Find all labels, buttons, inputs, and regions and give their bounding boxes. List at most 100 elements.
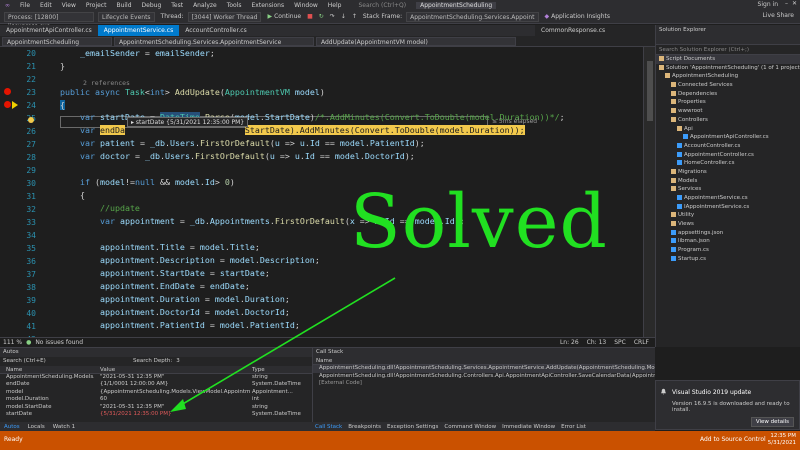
stop-icon[interactable]: ■ (307, 13, 313, 20)
restart-icon[interactable]: ↻ (319, 13, 324, 20)
lifecycle-events-dropdown[interactable]: Lifecycle Events (98, 11, 155, 22)
tab-command-window[interactable]: Command Window (441, 424, 499, 430)
tab-appointment-service[interactable]: AppointmentService.cs (97, 25, 180, 36)
solution-tree-item[interactable]: Services (656, 185, 800, 194)
solution-tree-item[interactable]: AppointmentService.cs (656, 194, 800, 203)
solution-tree-item[interactable]: libman.json (656, 237, 800, 246)
solution-tree-item[interactable]: Views (656, 220, 800, 229)
menu-file[interactable]: File (15, 2, 35, 9)
minimize-icon[interactable]: – (785, 0, 788, 7)
step-over-icon[interactable]: ↷ (330, 13, 335, 20)
continue-icon[interactable]: ▶ (267, 13, 272, 20)
tab-breakpoints[interactable]: Breakpoints (345, 424, 384, 430)
menu-help[interactable]: Help (323, 2, 347, 9)
solution-tree-item[interactable]: Startup.cs (656, 255, 800, 264)
tab-locals[interactable]: Locals (24, 424, 49, 430)
call-stack-frame[interactable]: AppointmentScheduling.dll!AppointmentSch… (313, 373, 655, 381)
solution-tree-item[interactable]: Api (656, 125, 800, 134)
view-details-button[interactable]: View details (750, 417, 794, 427)
process-selector[interactable]: Process: [12800] iisexpress.exe (4, 11, 94, 30)
autos-row[interactable]: startDate {5/31/2021 12:35:00 PM} System.D… (0, 411, 312, 418)
vs-logo-icon[interactable]: ∞ (0, 2, 15, 9)
solution-tree-item[interactable]: Program.cs (656, 246, 800, 255)
autos-row[interactable]: model.Duration 60 int (0, 396, 312, 403)
search-depth-value[interactable]: 3 (176, 357, 180, 366)
solution-tree-item[interactable]: AccountController.cs (656, 142, 800, 151)
solution-tree-item[interactable]: Properties (656, 98, 800, 107)
search-box[interactable]: Search (Ctrl+Q) (358, 2, 406, 9)
autos-cell-value[interactable]: {AppointmentScheduling.Models.ViewModel.… (100, 389, 250, 396)
continue-button[interactable]: Continue (274, 13, 301, 20)
step-out-icon[interactable]: ↑ (352, 13, 357, 20)
call-stack-frame[interactable]: [External Code] (313, 380, 655, 388)
menu-test[interactable]: Test (166, 2, 188, 9)
tab-account-controller[interactable]: AccountController.cs (179, 25, 253, 36)
menu-window[interactable]: Window (289, 2, 323, 9)
breakpoint-icon[interactable] (4, 88, 11, 95)
scrollbar-thumb[interactable] (647, 61, 653, 121)
solution-tree-item[interactable]: Dependencies (656, 90, 800, 99)
tab-autos[interactable]: Autos (0, 424, 24, 430)
autos-row[interactable]: endDate {1/1/0001 12:00:00 AM} System.Date… (0, 381, 312, 388)
tab-exception-settings[interactable]: Exception Settings (384, 424, 441, 430)
menu-extensions[interactable]: Extensions (247, 2, 290, 9)
tab-immediate-window[interactable]: Immediate Window (499, 424, 558, 430)
menu-view[interactable]: View (57, 2, 81, 9)
tab-appointment-api-controller[interactable]: AppointmentApiController.cs (0, 25, 98, 36)
editor-scrollbar[interactable] (643, 47, 655, 337)
step-into-icon[interactable]: ↓ (341, 13, 346, 20)
column-value[interactable]: Value (100, 366, 250, 374)
solution-tree-item[interactable]: Models (656, 177, 800, 186)
autos-cell-value[interactable]: "2021-05-31 12:35 PM" (100, 374, 250, 381)
solution-tree-item[interactable]: Utility (656, 211, 800, 220)
column-name[interactable]: Name (6, 366, 94, 374)
solution-explorer-search[interactable]: Search Solution Explorer (Ctrl+;) (656, 45, 800, 55)
breakpoint-icon[interactable] (4, 101, 11, 108)
datatip-value[interactable]: {5/31/2021 12:35:00 PM} (166, 119, 244, 126)
solution-tree-item[interactable]: AppointmentController.cs (656, 151, 800, 160)
menu-edit[interactable]: Edit (35, 2, 57, 9)
autos-search-input[interactable]: Search (Ctrl+E) (3, 357, 113, 366)
solution-tree-item[interactable]: AppointmentApiController.cs (656, 133, 800, 142)
menu-debug[interactable]: Debug (137, 2, 167, 9)
column-type[interactable]: Type (252, 366, 310, 374)
tab-common-response[interactable]: CommonResponse.cs (535, 25, 655, 36)
solution-tree-item[interactable]: HomeController.cs (656, 159, 800, 168)
insights-icon[interactable]: ◆ (545, 13, 550, 20)
application-insights-button[interactable]: Application Insights (551, 13, 610, 20)
tab-watch[interactable]: Watch 1 (49, 424, 79, 430)
call-stack-frame[interactable]: AppointmentScheduling.dll!AppointmentSch… (313, 365, 655, 373)
autos-row[interactable]: model.StartDate "2021-05-31 12:35 PM" stri… (0, 404, 312, 411)
line-ending-indicator[interactable]: CRLF (634, 339, 649, 346)
autos-cell-value[interactable]: "2021-05-31 12:35 PM" (100, 404, 250, 411)
datatip[interactable]: ▸ startDate {5/31/2021 12:35:00 PM} (127, 117, 249, 127)
call-stack-column-header[interactable]: Name (313, 357, 655, 365)
menu-project[interactable]: Project (81, 2, 112, 9)
solution-tree-item[interactable]: IAppointmentService.cs (656, 203, 800, 212)
zoom-level[interactable]: 111 % (3, 339, 22, 346)
solution-tree-item[interactable]: appsettings.json (656, 229, 800, 238)
autos-cell-value[interactable]: {5/31/2021 12:35:00 PM} (100, 411, 250, 418)
stack-frame-selector[interactable]: AppointmentScheduling.Services.Appoint (406, 11, 539, 22)
lightbulb-icon[interactable] (28, 117, 34, 123)
project-dropdown[interactable]: AppointmentScheduling (2, 36, 112, 46)
solution-tree-item[interactable]: Connected Services (656, 81, 800, 90)
solution-tree-item[interactable]: AppointmentScheduling (656, 72, 800, 81)
menu-analyze[interactable]: Analyze (188, 2, 222, 9)
live-share-button[interactable]: Live Share (763, 12, 794, 19)
solution-tree-item[interactable]: Controllers (656, 116, 800, 125)
autos-row[interactable]: AppointmentScheduling.Models.Vi... "2021-… (0, 374, 312, 381)
member-dropdown[interactable]: AddUpdate(AppointmentVM model) (316, 36, 516, 46)
tab-error-list[interactable]: Error List (558, 424, 589, 430)
menu-build[interactable]: Build (111, 2, 136, 9)
solution-tree-item[interactable]: Migrations (656, 168, 800, 177)
autos-row[interactable]: model {AppointmentScheduling.Models.ViewM… (0, 389, 312, 396)
solution-tree-item[interactable]: Solution 'AppointmentScheduling' (1 of 1… (656, 64, 800, 73)
close-icon[interactable]: ✕ (792, 0, 797, 7)
autos-cell-value[interactable]: 60 (100, 396, 250, 403)
whitespace-indicator[interactable]: SPC (614, 339, 626, 346)
issues-status[interactable]: No issues found (35, 339, 83, 346)
solution-tree-item[interactable]: Script Documents (656, 55, 800, 64)
menu-tools[interactable]: Tools (222, 2, 247, 9)
autos-cell-value[interactable]: {1/1/0001 12:00:00 AM} (100, 381, 250, 388)
